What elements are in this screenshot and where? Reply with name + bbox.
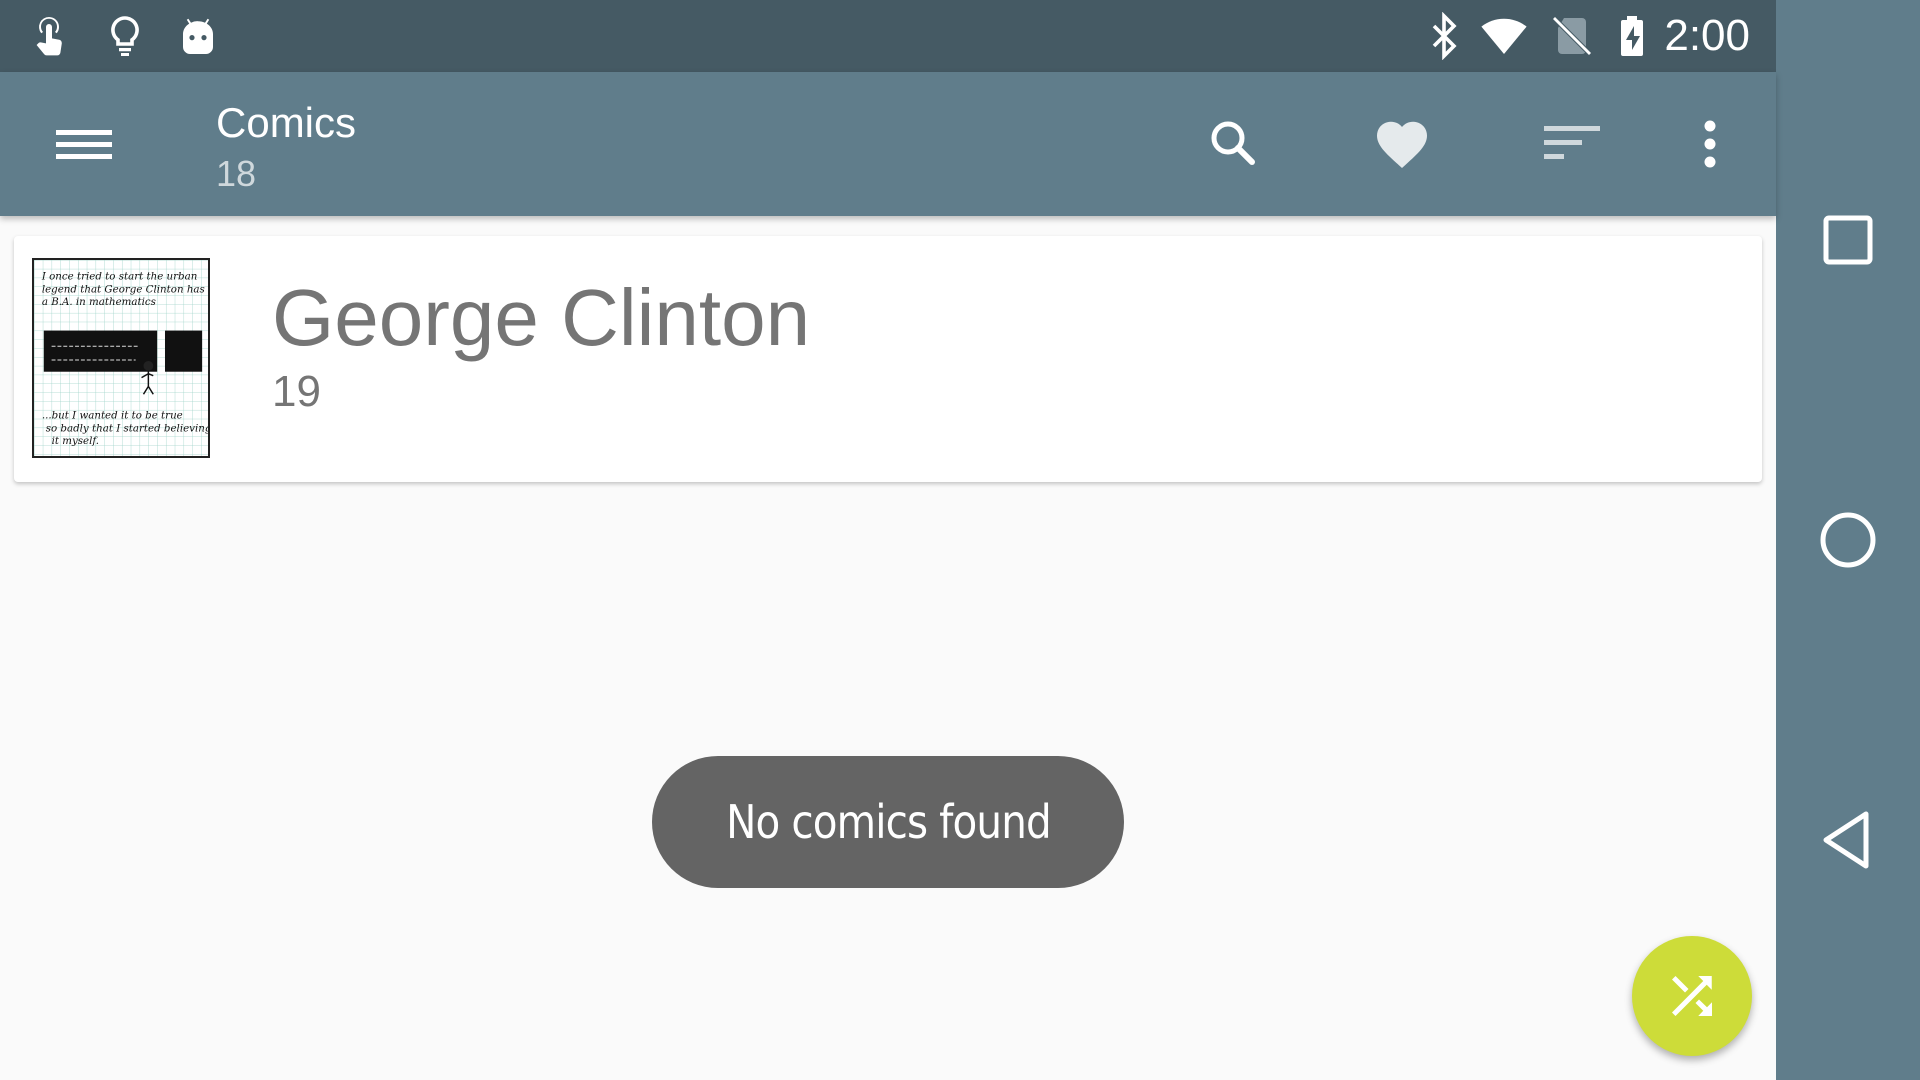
no-sim-icon: [1548, 12, 1596, 60]
sort-icon[interactable]: [1536, 108, 1608, 180]
toast-text: No comics found: [725, 795, 1052, 849]
back-triangle-icon[interactable]: [1812, 804, 1884, 876]
status-bar: 2:00: [0, 0, 1776, 72]
android-debug-icon: [174, 12, 222, 60]
hamburger-menu-icon[interactable]: [48, 108, 120, 180]
recents-square-icon[interactable]: [1812, 204, 1884, 276]
home-circle-icon[interactable]: [1812, 504, 1884, 576]
lightbulb-icon: [101, 12, 149, 60]
list-item[interactable]: I once tried to start the urban legend t…: [14, 236, 1762, 482]
system-navigation-bar: [1776, 0, 1920, 1080]
page-subtitle-count: 18: [216, 153, 257, 194]
clock: 2:00: [1664, 11, 1750, 60]
comic-number: 19: [272, 367, 321, 416]
battery-charging-icon: [1608, 12, 1656, 60]
more-vert-icon[interactable]: [1674, 108, 1746, 180]
favorite-heart-icon[interactable]: [1366, 108, 1438, 180]
search-icon[interactable]: [1198, 108, 1270, 180]
wifi-icon: [1480, 12, 1528, 60]
page-title: Comics: [216, 99, 357, 146]
bluetooth-icon: [1420, 12, 1468, 60]
comic-title: George Clinton: [272, 273, 811, 362]
toast-message: No comics found: [652, 756, 1124, 888]
shuffle-fab-button[interactable]: [1632, 936, 1752, 1056]
app-toolbar: Comics 18: [0, 72, 1776, 216]
shuffle-icon: [1672, 976, 1712, 1016]
touch-app-icon: [28, 12, 76, 60]
comics-list: I once tried to start the urban legend t…: [0, 216, 1776, 1080]
comic-thumbnail: I once tried to start the urban legend t…: [32, 258, 210, 458]
